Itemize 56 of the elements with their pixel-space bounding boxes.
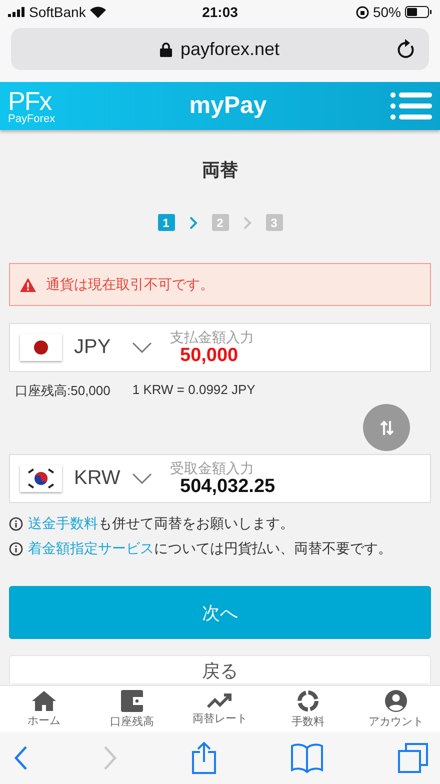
ring-icon bbox=[297, 690, 319, 712]
chevron-down-icon[interactable] bbox=[132, 473, 152, 484]
amount-field[interactable]: 504,032.25 bbox=[170, 476, 276, 498]
currency-select[interactable]: KRW bbox=[74, 467, 124, 490]
logo-text: PayForex bbox=[8, 114, 56, 124]
address-bar[interactable]: payforex.net bbox=[11, 28, 429, 70]
battery-percent: 50% bbox=[372, 4, 401, 20]
logo-mark: PFx bbox=[8, 88, 52, 114]
account-icon bbox=[385, 690, 407, 712]
chevron-down-icon[interactable] bbox=[132, 342, 152, 353]
carrier-name: SoftBank bbox=[29, 4, 86, 20]
note-text: 着金額指定サービスについては円貨払い、両替不要です。 bbox=[28, 540, 392, 558]
korea-flag-icon bbox=[20, 465, 62, 492]
wallet-icon bbox=[121, 690, 143, 712]
step-indicator: 3 bbox=[266, 214, 282, 231]
home-icon bbox=[32, 690, 56, 710]
trend-chart-icon bbox=[207, 692, 233, 708]
currency-select[interactable]: JPY bbox=[74, 336, 124, 359]
battery-icon bbox=[405, 6, 432, 18]
lock-icon bbox=[160, 42, 172, 56]
app-title: myPay bbox=[188, 92, 268, 120]
tab-item[interactable]: 両替レート bbox=[176, 686, 264, 732]
signal-icon bbox=[8, 7, 25, 17]
page-title: 両替 bbox=[201, 159, 239, 182]
step-indicator: 2 bbox=[212, 214, 228, 231]
tab-item[interactable]: ホーム bbox=[0, 686, 88, 732]
note-text: 送金手数料 も併せて両替をお願いします。 bbox=[28, 515, 294, 533]
swap-button[interactable] bbox=[363, 404, 410, 451]
open-book-icon[interactable] bbox=[291, 743, 323, 773]
amount-label: 受取金額入力 bbox=[170, 460, 255, 476]
amount-field[interactable]: 50,000 bbox=[170, 344, 254, 366]
info-icon bbox=[9, 542, 23, 556]
warning-icon bbox=[20, 278, 36, 292]
swap-arrows-icon bbox=[380, 420, 394, 436]
tab-item[interactable]: 手数料 bbox=[264, 686, 352, 732]
tab-item[interactable]: 口座残高 bbox=[88, 686, 176, 732]
url-text: payforex.net bbox=[180, 38, 280, 60]
clock: 21:03 bbox=[202, 4, 238, 20]
step-indicator: 1 bbox=[158, 214, 174, 231]
rotation-lock-icon bbox=[356, 6, 369, 18]
chevron-right-icon bbox=[242, 216, 252, 230]
back-icon[interactable] bbox=[14, 746, 28, 770]
tab-item[interactable]: アカウント bbox=[352, 686, 440, 732]
menu-icon[interactable] bbox=[390, 92, 432, 120]
alert-text: 通貨は現在取引不可です。 bbox=[46, 276, 214, 294]
wifi-icon bbox=[90, 6, 106, 18]
exchange-rate: 1 KRW = 0.0992 JPY bbox=[132, 382, 256, 399]
amount-label: 支払金額入力 bbox=[170, 328, 254, 345]
tabs-icon[interactable] bbox=[398, 743, 428, 773]
account-balance: 口座残高:50,000 bbox=[15, 382, 110, 400]
share-icon[interactable] bbox=[192, 742, 216, 774]
reload-icon[interactable] bbox=[397, 39, 415, 59]
back-button[interactable]: 戻る bbox=[9, 655, 431, 683]
japan-flag-icon bbox=[20, 334, 62, 361]
info-icon bbox=[9, 517, 23, 531]
chevron-right-icon bbox=[188, 216, 198, 230]
